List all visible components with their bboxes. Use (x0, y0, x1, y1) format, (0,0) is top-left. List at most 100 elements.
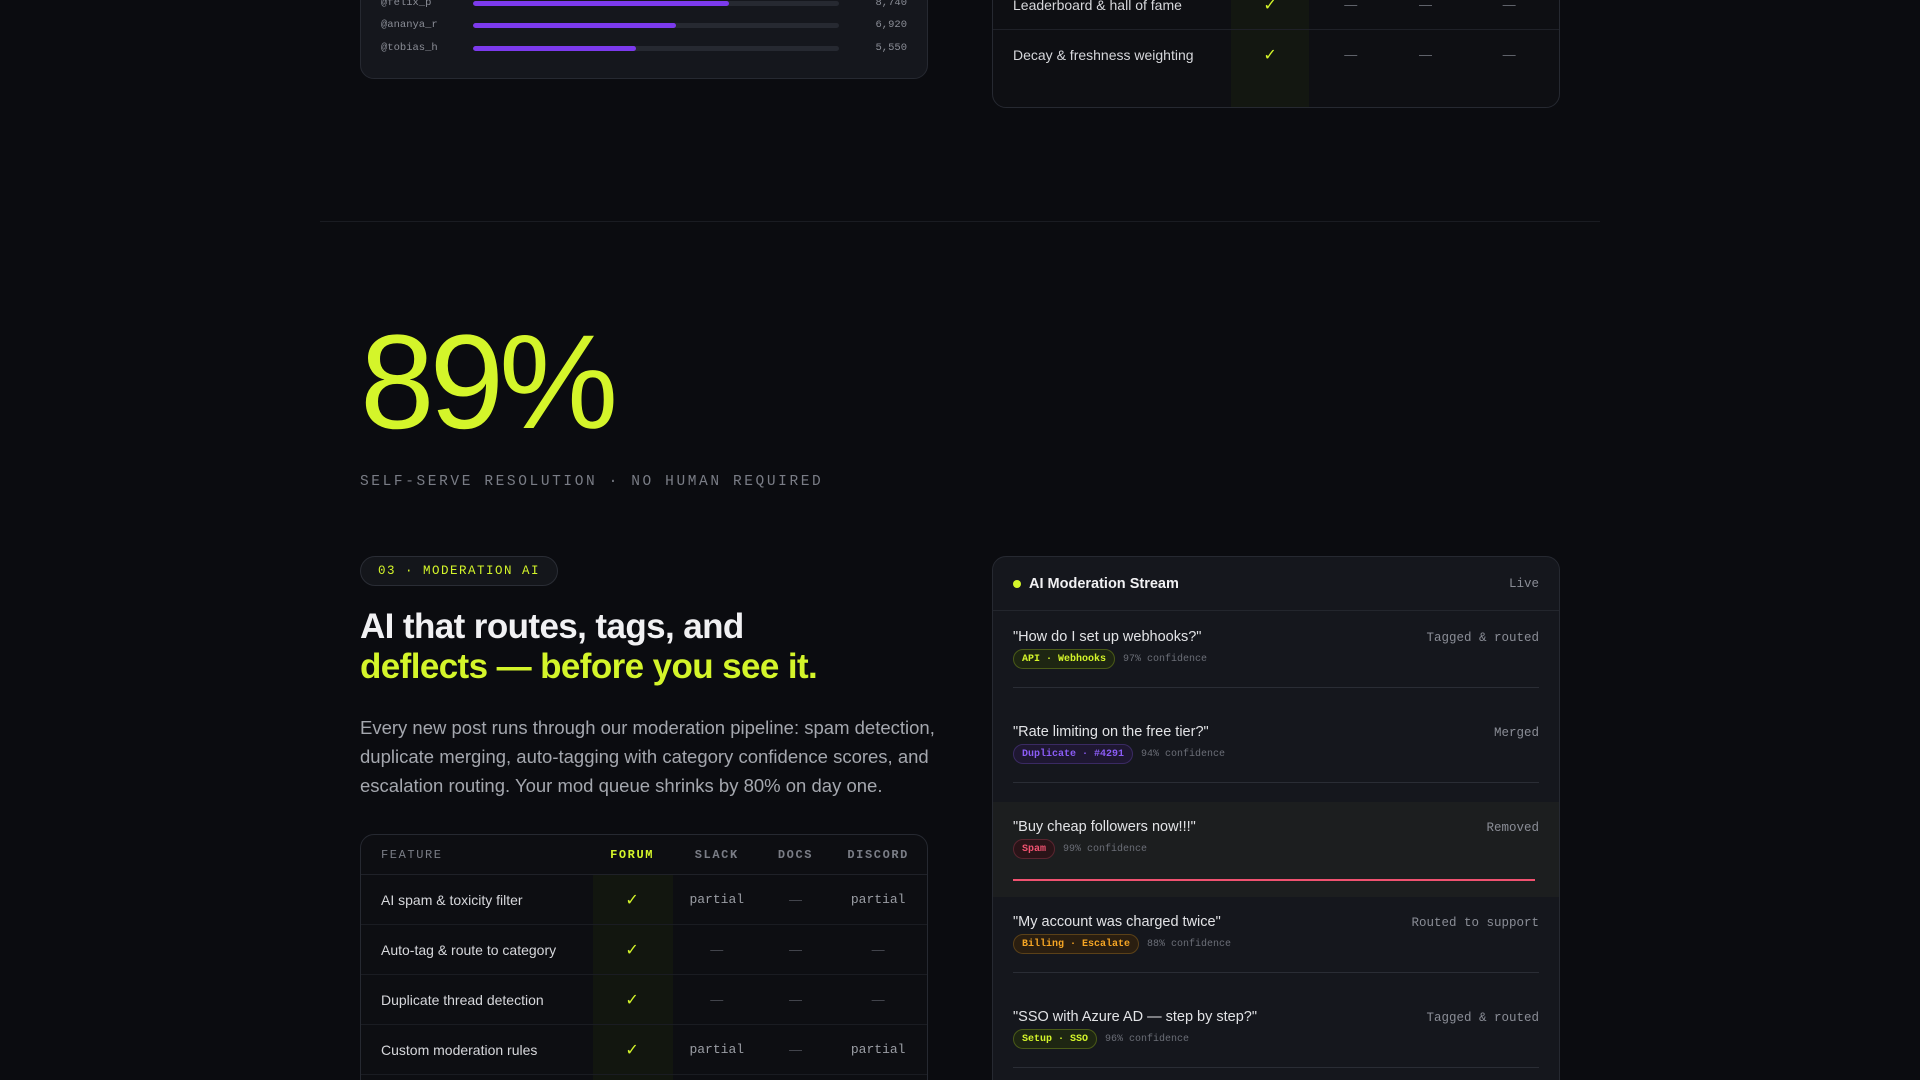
leaderboard-bar-fill (473, 0, 730, 6)
confidence-label: 96% confidence (1105, 1033, 1190, 1045)
confidence-label: 97% confidence (1123, 653, 1208, 665)
dash-cell: — (1418, 47, 1432, 62)
headline-line-2: deflects — before you see it. (360, 647, 818, 686)
category-chip: Spam (1013, 839, 1056, 859)
cell-slack: — (710, 942, 724, 957)
category-chip: API · Webhooks (1013, 649, 1116, 669)
cell-docs: — (788, 892, 802, 907)
item-divider (1013, 782, 1539, 783)
check-icon: ✓ (1263, 46, 1277, 64)
leaderboard-row: @tobias_h 5,550 (381, 41, 907, 55)
live-label: Live (1508, 576, 1539, 591)
item-question: "My account was charged twice" (1013, 914, 1221, 930)
leaderboard-bar (473, 45, 839, 51)
leaderboard-value: 5,550 (875, 42, 907, 54)
table-header: FEATURE FORUM SLACK DOCS DISCORD (361, 835, 927, 875)
dash-cell: — (1502, 0, 1516, 12)
leaderboard-card: @felix_p 8,740 @ananya_r 6,920 @tobias_h… (360, 0, 928, 79)
section-tag: 03 · MODERATION AI (360, 556, 559, 586)
table-row: Decay & freshness weighting ✓ — — — (993, 29, 1559, 79)
leaderboard-handle: @ananya_r (381, 19, 438, 31)
chip-row: Billing · Escalate 88% confidence (1013, 934, 1231, 954)
headline-line-1: AI that routes, tags, and (360, 607, 744, 646)
cell-discord: — (871, 942, 885, 957)
chip-row: Setup · SSO 96% confidence (1013, 1029, 1189, 1049)
moderation-stream-card: AI Moderation Stream Live "How do I set … (992, 556, 1560, 1080)
stream-item[interactable]: "SSO with Azure AD — step by step?" Tagg… (993, 992, 1559, 1080)
stream-title: AI Moderation Stream (1029, 575, 1179, 592)
leaderboard-handle: @felix_p (381, 0, 432, 9)
cell-docs: — (788, 992, 802, 1007)
feature-name: Duplicate thread detection (381, 991, 544, 1008)
leaderboard-value: 8,740 (875, 0, 907, 9)
item-question: "How do I set up webhooks?" (1013, 629, 1202, 645)
cell-discord: partial (850, 1042, 906, 1057)
feature-name: Leaderboard & hall of fame (1013, 0, 1182, 13)
item-status: Tagged & routed (1426, 1011, 1539, 1025)
item-divider (1013, 687, 1539, 688)
item-question: "Buy cheap followers now!!!" (1013, 819, 1196, 835)
confidence-label: 94% confidence (1141, 748, 1226, 760)
removed-indicator-line (1013, 879, 1535, 881)
cell-slack: partial (689, 892, 745, 907)
header-slack: SLACK (694, 847, 739, 862)
section-divider (320, 221, 1600, 222)
cell-discord: partial (850, 892, 906, 907)
cell-slack: — (710, 992, 724, 1007)
table-row: Auto-tag & route to category ✓ — — — (361, 925, 927, 975)
leaderboard-value: 6,920 (875, 19, 907, 31)
feature-name: Auto-tag & route to category (381, 941, 557, 958)
leaderboard-bar (473, 0, 839, 6)
category-chip: Setup · SSO (1013, 1029, 1098, 1049)
stream-item[interactable]: "Rate limiting on the free tier?" Merged… (993, 707, 1559, 802)
table-row: AI spam & toxicity filter ✓ partial — pa… (361, 875, 927, 925)
cell-docs: — (788, 1042, 802, 1057)
leaderboard-bar-fill (473, 22, 677, 28)
item-status: Routed to support (1411, 916, 1539, 930)
table-row: Duplicate thread detection ✓ — — — (361, 975, 927, 1025)
chip-row: Duplicate · #4291 94% confidence (1013, 744, 1225, 764)
dash-cell: — (1344, 47, 1358, 62)
item-divider (1013, 1067, 1539, 1068)
confidence-label: 88% confidence (1147, 938, 1232, 950)
comparison-table: FEATURE FORUM SLACK DOCS DISCORD AI spam… (360, 834, 928, 1080)
dash-cell: — (1418, 0, 1432, 12)
chip-row: Spam 99% confidence (1013, 839, 1147, 859)
check-icon: ✓ (625, 891, 639, 909)
stream-item-removed[interactable]: "Buy cheap followers now!!!" Removed Spa… (993, 802, 1559, 897)
check-icon: ✓ (625, 941, 639, 959)
table-row: Leaderboard & hall of fame ✓ — — — (993, 0, 1559, 29)
stat-value: 89% (360, 308, 618, 457)
item-status: Removed (1486, 821, 1539, 835)
cell-slack: partial (689, 1042, 745, 1057)
leaderboard-bar-fill (473, 45, 636, 51)
leaderboard-bar (473, 22, 839, 28)
category-chip: Duplicate · #4291 (1013, 744, 1134, 764)
header-discord: DISCORD (847, 847, 909, 862)
dash-cell: — (1344, 0, 1358, 12)
section-body: Every new post runs through our moderati… (360, 717, 935, 796)
feature-table-top: Leaderboard & hall of fame ✓ — — — Decay… (992, 0, 1560, 108)
check-icon: ✓ (625, 1041, 639, 1059)
feature-name: AI spam & toxicity filter (381, 891, 523, 908)
category-chip: Billing · Escalate (1013, 934, 1140, 954)
leaderboard-row: @ananya_r 6,920 (381, 18, 907, 32)
check-icon: ✓ (625, 991, 639, 1009)
section-headline: AI that routes, tags, and deflects — bef… (360, 607, 960, 687)
item-status: Tagged & routed (1426, 631, 1539, 645)
item-status: Merged (1493, 726, 1539, 740)
stat-caption: SELF-SERVE RESOLUTION · NO HUMAN REQUIRE… (360, 474, 824, 490)
header-forum: FORUM (610, 847, 655, 862)
leaderboard-row: @felix_p 8,740 (381, 0, 907, 10)
dash-cell: — (1502, 47, 1516, 62)
table-row: Custom moderation rules ✓ partial — part… (361, 1025, 927, 1075)
chip-row: API · Webhooks 97% confidence (1013, 649, 1207, 669)
header-docs: DOCS (777, 847, 814, 862)
header-feature: FEATURE (381, 847, 443, 862)
item-question: "SSO with Azure AD — step by step?" (1013, 1009, 1258, 1025)
item-divider (1013, 972, 1539, 973)
stream-item[interactable]: "My account was charged twice" Routed to… (993, 897, 1559, 992)
confidence-label: 99% confidence (1063, 843, 1148, 855)
stream-item[interactable]: "How do I set up webhooks?" Tagged & rou… (993, 612, 1559, 707)
leaderboard-handle: @tobias_h (381, 42, 438, 54)
